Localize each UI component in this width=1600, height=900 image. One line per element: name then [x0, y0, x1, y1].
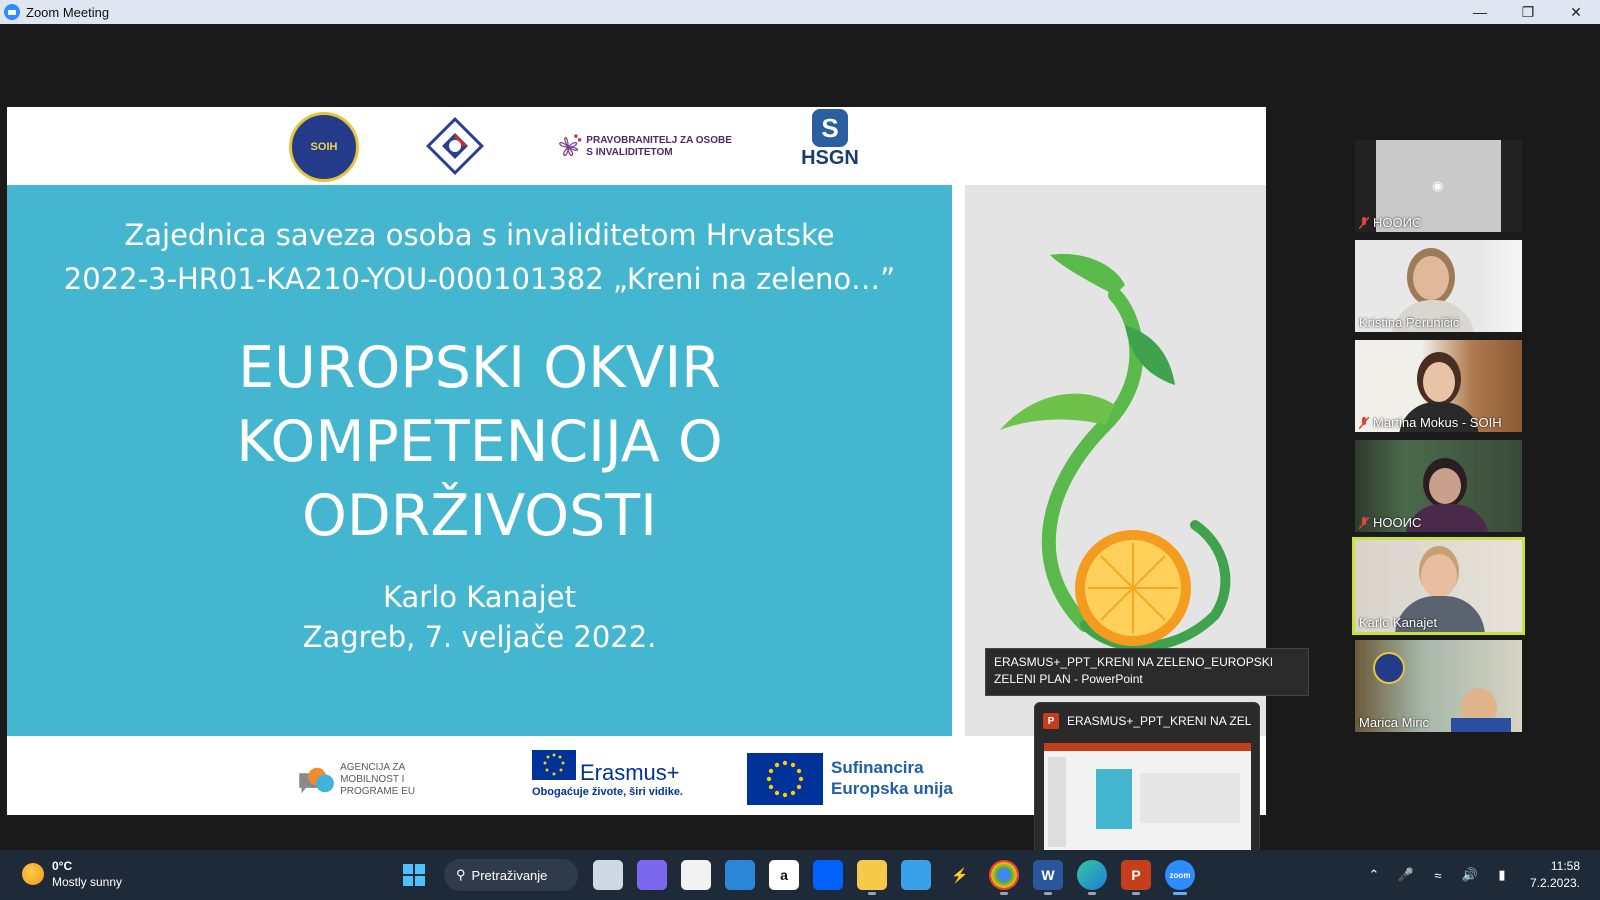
slide-title-panel: Zajednica saveza osoba s invaliditetom H…: [7, 185, 952, 736]
noois-logo: [426, 117, 484, 175]
agencija-logo: AGENCIJA ZA MOBILNOST I PROGRAME EU: [297, 752, 457, 808]
participant-tile-noois-video[interactable]: НООИС: [1355, 440, 1522, 532]
minimize-button[interactable]: —: [1456, 0, 1504, 24]
slide-top-logos: SOIH PRAVOBRANITELJ ZA OSOBE S INVALIDIT…: [7, 107, 1266, 185]
chevron-up-icon[interactable]: ⌃: [1361, 862, 1387, 888]
zoom-taskbar-icon[interactable]: zoom: [1165, 860, 1195, 895]
weather-desc: Mostly sunny: [52, 875, 123, 889]
powerpoint-taskbar-icon[interactable]: P: [1121, 860, 1151, 895]
weather-widget[interactable]: 0°C Mostly sunny: [22, 858, 122, 890]
meeting-stage: SOIH PRAVOBRANITELJ ZA OSOBE S INVALIDIT…: [0, 24, 1600, 860]
taskbar-clock[interactable]: 11:58 7.2.2023.: [1530, 858, 1580, 892]
search-icon: ⚲: [456, 867, 466, 882]
mic-muted-icon: [1359, 416, 1369, 429]
organization-text: Zajednica saveza osoba s invaliditetom H…: [63, 218, 896, 296]
powerpoint-window-preview[interactable]: P ERASMUS+_PPT_KRENI NA ZEL...: [1034, 702, 1260, 860]
window-title: Zoom Meeting: [26, 4, 110, 20]
lightning-app-icon[interactable]: ⚡: [945, 860, 975, 890]
file-explorer-icon[interactable]: [857, 860, 887, 895]
zoom-app-icon: [4, 4, 20, 20]
word-icon[interactable]: W: [1033, 860, 1063, 895]
taskbar: 0°C Mostly sunny ⚲ Pretraživanje a ⚡ W P…: [0, 850, 1600, 900]
restore-button[interactable]: ❐: [1504, 0, 1552, 24]
task-view-icon[interactable]: [593, 860, 623, 890]
taskbar-tooltip: ERASMUS+_PPT_KRENI NA ZELENO_EUROPSKI ZE…: [985, 648, 1309, 696]
start-button[interactable]: [399, 860, 429, 890]
pravobranitelj-logo: PRAVOBRANITELJ ZA OSOBE S INVALIDITETOM: [552, 119, 732, 175]
participant-tile-martina[interactable]: Martina Mokus - SOIH: [1355, 340, 1522, 432]
eu-flag-icon: [747, 753, 823, 805]
slide-author: Karlo Kanajet Zagreb, 7. veljače 2022.: [302, 580, 657, 654]
microphone-icon[interactable]: 🎤: [1393, 862, 1419, 888]
participant-tile-kristina[interactable]: Kristina Peruničić: [1355, 240, 1522, 332]
powerpoint-icon: P: [1043, 713, 1059, 729]
taskbar-apps: ⚲ Pretraživanje a ⚡ W P zoom: [392, 857, 1202, 895]
close-button[interactable]: ✕: [1552, 0, 1600, 24]
camera-off-icon: ◉: [1432, 178, 1444, 193]
mic-muted-icon: [1359, 516, 1369, 529]
erasmus-logo: Erasmus+ Obogaćuje živote, širi vidike.: [532, 750, 692, 806]
preview-image: [1044, 743, 1251, 853]
eu-cofunding-logo: Sufinancira Europska unija: [747, 753, 977, 805]
agencija-bubbles-icon: [299, 767, 334, 794]
participant-tile-marica[interactable]: Marica Mirić: [1355, 640, 1522, 732]
taskbar-search[interactable]: ⚲ Pretraživanje: [444, 859, 578, 891]
mic-muted-icon: [1359, 216, 1369, 229]
slide-main-title: EUROPSKI OKVIR KOMPETENCIJA O ODRŽIVOSTI: [236, 335, 723, 549]
partly-sunny-icon: [22, 863, 44, 885]
window-controls: — ❐ ✕: [1456, 0, 1600, 24]
microsoft-store-icon[interactable]: [681, 860, 711, 890]
flower-icon: [559, 134, 582, 157]
wifi-icon[interactable]: ≈: [1425, 862, 1451, 888]
weather-temp: 0°C: [52, 859, 73, 873]
chrome-icon[interactable]: [989, 860, 1019, 895]
eu-flag-icon: [532, 750, 576, 780]
edge-icon[interactable]: [1077, 860, 1107, 895]
volume-icon[interactable]: 🔊: [1457, 862, 1483, 888]
soih-logo: SOIH: [289, 112, 359, 182]
title-bar: Zoom Meeting — ❐ ✕: [0, 0, 1600, 24]
mail-icon[interactable]: [725, 860, 755, 890]
battery-icon[interactable]: ▮: [1489, 862, 1515, 888]
amazon-icon[interactable]: a: [769, 860, 799, 890]
participant-tile-karlo-speaking[interactable]: Karlo Kanajet: [1352, 537, 1525, 635]
system-tray: ⌃ 🎤 ≈ 🔊 ▮ 11:58 7.2.2023.: [1358, 850, 1600, 900]
dropbox-icon[interactable]: [813, 860, 843, 890]
teams-chat-icon[interactable]: [637, 860, 667, 890]
remote-desktop-icon[interactable]: [901, 860, 931, 890]
hsgn-logo: S HSGN: [787, 109, 873, 181]
preview-title: ERASMUS+_PPT_KRENI NA ZEL...: [1067, 714, 1251, 728]
participant-tile-noois[interactable]: ◉ НООИС: [1355, 140, 1522, 232]
